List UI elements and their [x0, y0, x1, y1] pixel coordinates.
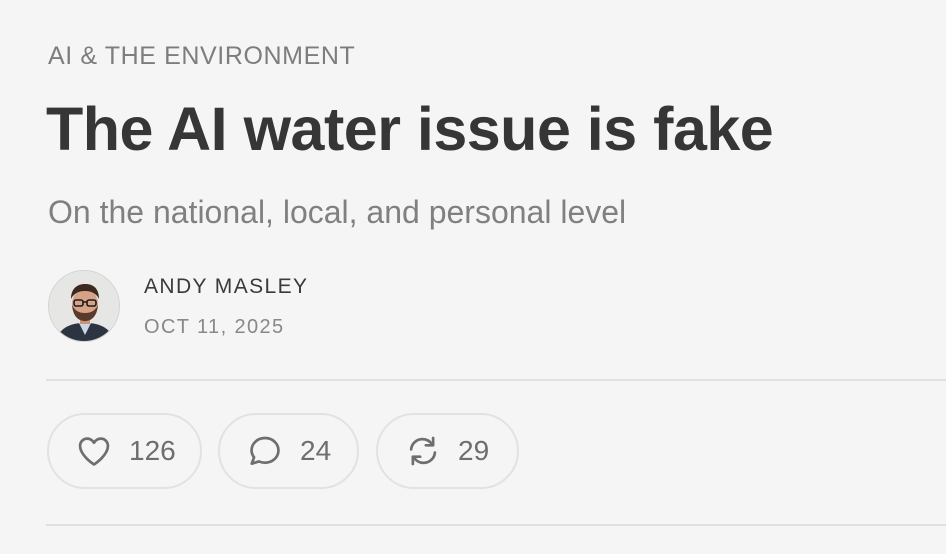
author-avatar[interactable]: [48, 270, 120, 342]
author-name[interactable]: ANDY MASLEY: [144, 274, 308, 300]
restack-count: 29: [458, 435, 490, 466]
author-photo: [49, 271, 119, 341]
section-tag[interactable]: AI & THE ENVIRONMENT: [48, 41, 355, 71]
heart-icon: [75, 432, 113, 470]
like-button[interactable]: 126: [47, 413, 202, 489]
speech-bubble-icon: [246, 432, 284, 470]
post-subtitle: On the national, local, and personal lev…: [48, 194, 627, 230]
comment-count: 24: [300, 435, 332, 466]
comment-button[interactable]: 24: [218, 413, 359, 489]
like-count: 126: [129, 435, 176, 466]
restack-button[interactable]: 29: [376, 413, 519, 489]
restack-arrows-icon: [404, 432, 442, 470]
divider: [46, 524, 946, 526]
divider: [46, 379, 946, 381]
post-date: OCT 11, 2025: [144, 316, 285, 338]
post-header: AI & THE ENVIRONMENT The AI water issue …: [0, 0, 946, 554]
post-title: The AI water issue is fake: [46, 95, 774, 163]
